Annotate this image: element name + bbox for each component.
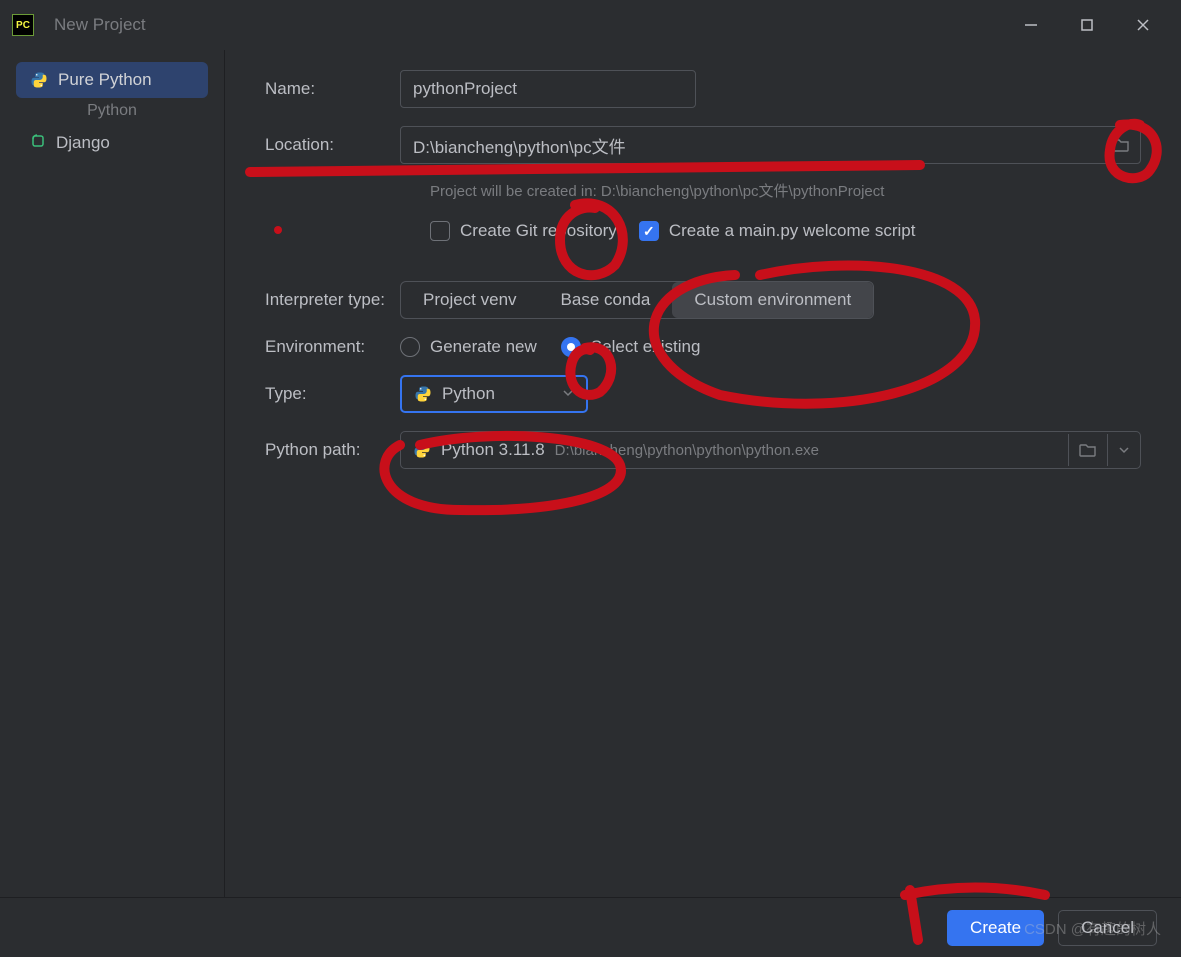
sidebar-item-label: Pure Python [58,70,152,90]
environment-label: Environment: [235,337,400,357]
python-path-hint: D:\biancheng\python\python\python.exe [555,442,819,459]
chevron-down-icon [1118,444,1130,456]
sidebar-item-django[interactable]: Django [16,124,208,161]
sidebar-item-pure-python[interactable]: Pure Python [16,62,208,98]
welcome-checkbox-label: Create a main.py welcome script [669,221,916,241]
location-input[interactable] [401,127,1102,163]
close-button[interactable] [1133,15,1153,35]
browse-location-button[interactable] [1102,131,1140,159]
welcome-checkbox[interactable]: ✓ [639,221,659,241]
name-label: Name: [235,79,400,99]
git-checkbox-group[interactable]: Create Git repository [430,221,617,241]
segment-base-conda[interactable]: Base conda [539,282,673,318]
created-in-hint: Project will be created in: D:\biancheng… [400,180,1141,201]
maximize-button[interactable] [1077,15,1097,35]
radio-generate-new-input[interactable] [400,337,420,357]
folder-icon [1112,137,1130,153]
folder-icon [1079,442,1097,458]
git-checkbox[interactable] [430,221,450,241]
main-form: Name: Location: Project will be created … [225,50,1181,897]
sidebar-item-label: Django [56,133,110,153]
django-icon [30,132,46,153]
pycharm-icon: PC [12,14,34,36]
python-icon [30,71,48,89]
welcome-checkbox-group[interactable]: ✓ Create a main.py welcome script [639,221,916,241]
radio-select-existing-label: Select existing [591,337,701,357]
watermark: CSDN @有趣的树人 [1024,918,1161,939]
python-path-field[interactable]: Python 3.11.8 D:\biancheng\python\python… [401,432,1068,468]
radio-select-existing[interactable]: Select existing [561,337,701,357]
type-label: Type: [235,384,400,404]
interpreter-type-segments: Project venv Base conda Custom environme… [400,281,874,319]
browse-python-path-button[interactable] [1068,434,1107,466]
interpreter-type-label: Interpreter type: [235,290,400,310]
sidebar: Pure Python Python Django [0,50,225,897]
radio-generate-new-label: Generate new [430,337,537,357]
name-input[interactable] [400,70,696,108]
python-path-value: Python 3.11.8 [441,440,545,460]
segment-project-venv[interactable]: Project venv [401,282,539,318]
python-path-dropdown-button[interactable] [1107,434,1140,466]
python-path-label: Python path: [235,440,400,460]
minimize-button[interactable] [1021,15,1041,35]
footer: Create Cancel [0,897,1181,957]
radio-select-existing-input[interactable] [561,337,581,357]
python-icon [414,385,432,403]
segment-custom-environment[interactable]: Custom environment [672,282,873,318]
window-title: New Project [54,15,146,35]
sidebar-category-python: Python [16,102,208,120]
git-checkbox-label: Create Git repository [460,221,617,241]
location-label: Location: [235,135,400,155]
titlebar: PC New Project [0,0,1181,50]
type-dropdown[interactable]: Python [400,375,588,413]
radio-generate-new[interactable]: Generate new [400,337,537,357]
type-value: Python [442,384,495,404]
chevron-down-icon [562,384,574,404]
python-icon [413,441,431,459]
